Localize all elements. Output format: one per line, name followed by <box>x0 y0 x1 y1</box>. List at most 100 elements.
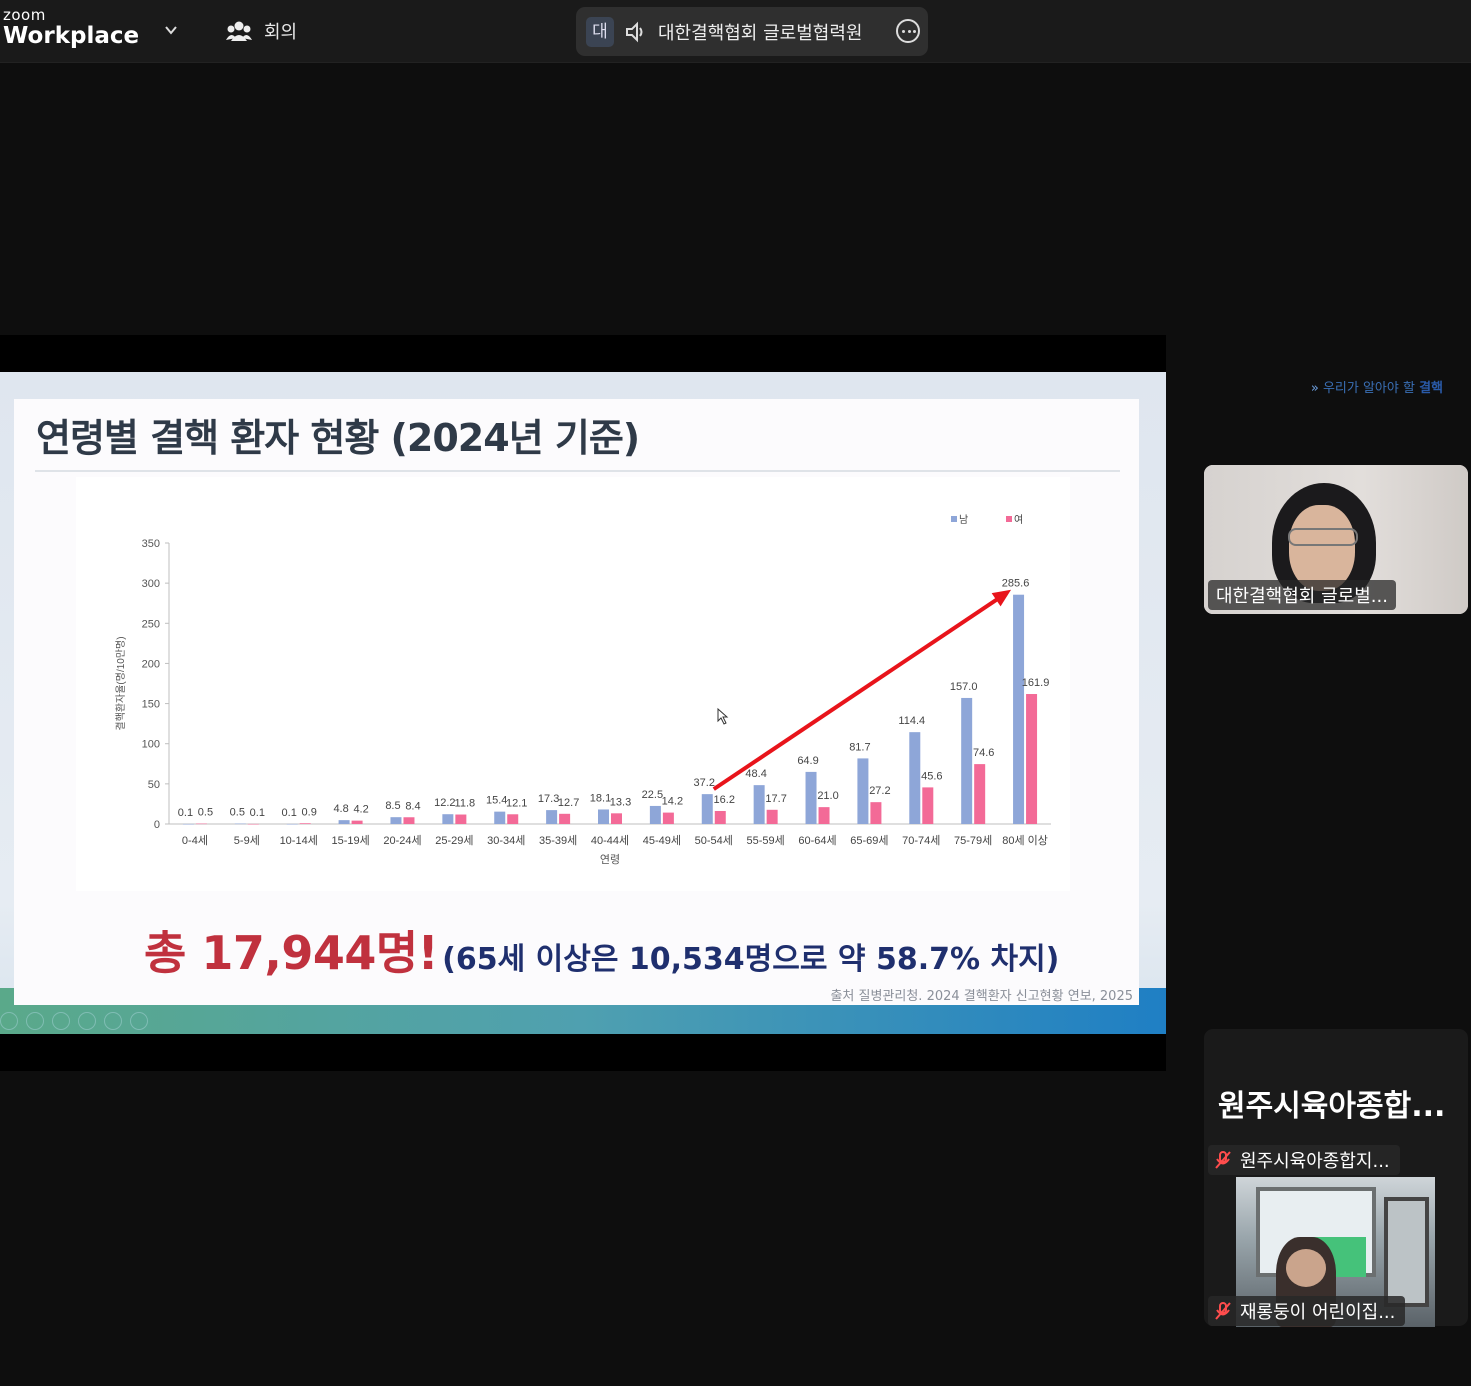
y-tick-label: 250 <box>142 618 160 630</box>
slide-title: 연령별 결핵 환자 현황 (2024년 기준) <box>36 416 640 460</box>
bar-male <box>1013 594 1025 824</box>
title-divider <box>35 470 1120 472</box>
bar-male <box>857 758 869 824</box>
bar-male <box>390 817 402 824</box>
data-label: 4.8 <box>333 803 348 815</box>
bar-male <box>649 805 661 824</box>
x-tick-label: 75-79세 <box>954 834 992 847</box>
x-tick-label: 35-39세 <box>539 834 577 847</box>
y-axis-label: 결핵환자율(명/10만명) <box>115 636 127 730</box>
legend-swatch <box>1006 516 1012 522</box>
more-icon[interactable] <box>130 1012 148 1030</box>
chart-container: 0 50 100 150 200 250 300 350 결핵환자율(명/10만명) 연령 0-4세… <box>76 477 1070 891</box>
x-tick-label: 40-44세 <box>591 834 629 847</box>
y-tick-label: 300 <box>142 578 160 590</box>
mouse-cursor-icon <box>717 707 729 725</box>
y-tick-label: 50 <box>148 779 160 791</box>
more-options-icon[interactable] <box>896 19 920 43</box>
x-tick-label: 60-64세 <box>798 834 836 847</box>
bar-female <box>662 812 674 824</box>
slideshow-toolbar <box>0 1012 148 1030</box>
data-label: 0.1 <box>178 807 193 819</box>
data-label: 81.7 <box>849 741 870 753</box>
data-label: 37.2 <box>694 777 715 789</box>
bar-female <box>507 814 519 824</box>
speaker-volume-icon <box>626 21 643 42</box>
data-label: 8.5 <box>385 800 400 812</box>
bar-female <box>611 813 622 824</box>
data-label: 13.3 <box>610 796 631 808</box>
x-tick-label: 55-59세 <box>747 834 785 847</box>
x-tick-label: 20-24세 <box>383 834 421 847</box>
data-label: 21.0 <box>817 790 838 802</box>
bar-male <box>805 771 817 824</box>
top-bar: zoom Workplace 회의 대 대한결핵협회 글로벌협력원 <box>0 0 1471 63</box>
speaker-avatar: 대 <box>586 16 614 47</box>
prev-slide-icon[interactable] <box>0 1012 18 1030</box>
x-tick-label: 30-34세 <box>487 834 525 847</box>
zoom-logo[interactable]: zoom Workplace <box>3 6 139 50</box>
mic-muted-icon <box>1215 1302 1231 1320</box>
bar-male <box>753 785 765 824</box>
bar-female <box>1026 694 1038 824</box>
bar-male <box>961 697 973 824</box>
brand-small: zoom <box>3 6 46 24</box>
zoom-icon[interactable] <box>104 1012 122 1030</box>
bar-male <box>701 794 713 824</box>
speaker-name: 대한결핵협회 글로벌협력원 <box>658 22 863 44</box>
data-label: 12.2 <box>434 797 455 809</box>
source-note: 출처 질병관리청. 2024 결핵환자 신고현황 연보, 2025 <box>830 989 1133 1004</box>
x-tick-label: 80세 이상 <box>1002 834 1048 847</box>
data-label: 0.5 <box>198 807 213 819</box>
data-label: 0.9 <box>302 806 317 818</box>
participant-video-tile[interactable]: 대한결핵협회 글로벌... <box>1204 465 1468 614</box>
meeting-menu[interactable]: 회의 <box>226 18 297 44</box>
y-tick-label: 100 <box>142 739 160 751</box>
data-label: 0.1 <box>282 807 297 819</box>
slides-grid-icon[interactable] <box>78 1012 96 1030</box>
legend-swatch <box>951 516 957 522</box>
participant-name-large: 원주시육아종합... <box>1218 1089 1446 1124</box>
bar-female <box>870 802 882 824</box>
bar-male <box>338 820 350 824</box>
bar-male <box>494 811 506 824</box>
mic-muted-icon <box>1215 1151 1231 1169</box>
summary-total: 총 17,944명! <box>144 926 439 980</box>
pen-icon[interactable] <box>52 1012 70 1030</box>
summary-detail: (65세 이상은 10,534명으로 약 58.7% 차지) <box>442 942 1060 977</box>
legend-label: 여 <box>1014 514 1023 526</box>
data-label: 18.1 <box>590 792 611 804</box>
x-tick-label: 45-49세 <box>643 834 681 847</box>
data-label: 157.0 <box>950 681 978 693</box>
x-tick-label: 0-4세 <box>182 834 208 847</box>
y-tick-label: 0 <box>154 819 160 831</box>
data-label: 48.4 <box>745 768 766 780</box>
participant-name: 대한결핵협회 글로벌... <box>1208 580 1396 610</box>
data-label: 0.1 <box>250 807 265 819</box>
participant-name: 원주시육아종합지... <box>1240 1151 1390 1172</box>
data-label: 11.8 <box>455 798 476 810</box>
data-label: 45.6 <box>921 770 942 782</box>
summary: 총 17,944명! (65세 이상은 10,534명으로 약 58.7% 차지… <box>144 917 1059 983</box>
data-label: 16.2 <box>714 794 735 806</box>
x-axis-label: 연령 <box>600 853 620 866</box>
next-slide-icon[interactable] <box>26 1012 44 1030</box>
bar-female <box>766 809 778 824</box>
bar-female <box>714 810 726 824</box>
active-speaker-pill[interactable]: 대 대한결핵협회 글로벌협력원 <box>576 7 928 56</box>
x-tick-label: 5-9세 <box>234 834 260 847</box>
bar-male <box>598 809 609 824</box>
data-label: 0.5 <box>230 807 245 819</box>
chevron-down-icon[interactable] <box>163 22 179 38</box>
x-tick-label: 25-29세 <box>435 834 473 847</box>
video-person-face <box>1286 1249 1326 1287</box>
data-label: 12.7 <box>558 797 579 809</box>
slide-breadcrumb: » 우리가 알아야 할 결핵 <box>1310 381 1443 396</box>
participant-face <box>1289 505 1355 591</box>
bar-male <box>546 810 558 824</box>
data-label: 14.2 <box>662 796 683 808</box>
data-label: 114.4 <box>898 715 925 727</box>
bar-female <box>559 813 571 824</box>
data-label: 17.3 <box>538 793 559 805</box>
participant-label-video: 재롱둥이 어린이집... <box>1208 1296 1406 1326</box>
